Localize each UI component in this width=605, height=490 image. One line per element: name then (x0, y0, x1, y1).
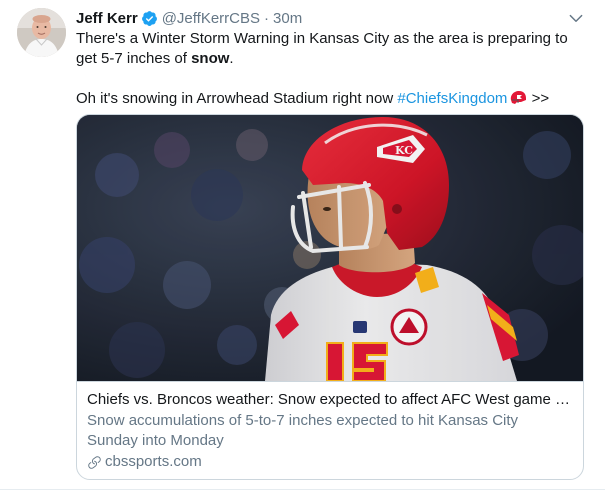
separator: · (264, 9, 270, 27)
tweet-paragraph-2: Oh it's snowing in Arrowhead Stadium rig… (76, 89, 591, 111)
chiefs-helmet-emoji (509, 90, 527, 111)
hashtag-link[interactable]: #ChiefsKingdom (397, 90, 507, 107)
tweet-bold-word: snow (191, 50, 230, 67)
card-info[interactable]: Chiefs vs. Broncos weather: Snow expecte… (77, 381, 583, 479)
card-image[interactable]: KC (77, 115, 583, 381)
author-name[interactable]: Jeff Kerr (76, 10, 138, 27)
card-domain[interactable]: cbssports.com (87, 452, 573, 472)
tweet-text-part: . (229, 50, 234, 67)
tweet-text-part: Oh it's snowing in Arrowhead Stadium rig… (76, 90, 398, 107)
card-title[interactable]: Chiefs vs. Broncos weather: Snow expecte… (87, 390, 573, 410)
author-handle[interactable]: @JeffKerrCBS (162, 10, 260, 27)
avatar-image (17, 8, 66, 57)
tweet-header: Jeff Kerr @JeffKerrCBS · 30m (76, 8, 302, 28)
card-description: Snow accumulations of 5-to-7 inches expe… (87, 412, 519, 449)
link-card[interactable]: KC Chiefs vs. Broncos weather: Snow expe… (76, 114, 584, 480)
tweet-paragraph-1: There's a Winter Storm Warning in Kansas… (76, 29, 591, 69)
tweet-text-part: There's a Winter Storm Warning in Kansas… (76, 30, 568, 67)
tweet[interactable]: Jeff Kerr @JeffKerrCBS · 30m There's a W… (0, 0, 605, 490)
chevron-down-icon[interactable] (567, 9, 585, 27)
link-icon (87, 455, 102, 470)
card-domain-text: cbssports.com (105, 453, 202, 470)
tweet-text: There's a Winter Storm Warning in Kansas… (76, 29, 591, 111)
timestamp[interactable]: 30m (273, 10, 302, 27)
tweet-text-part: >> (527, 90, 550, 107)
avatar[interactable] (17, 8, 66, 57)
verified-badge-icon (141, 10, 158, 27)
